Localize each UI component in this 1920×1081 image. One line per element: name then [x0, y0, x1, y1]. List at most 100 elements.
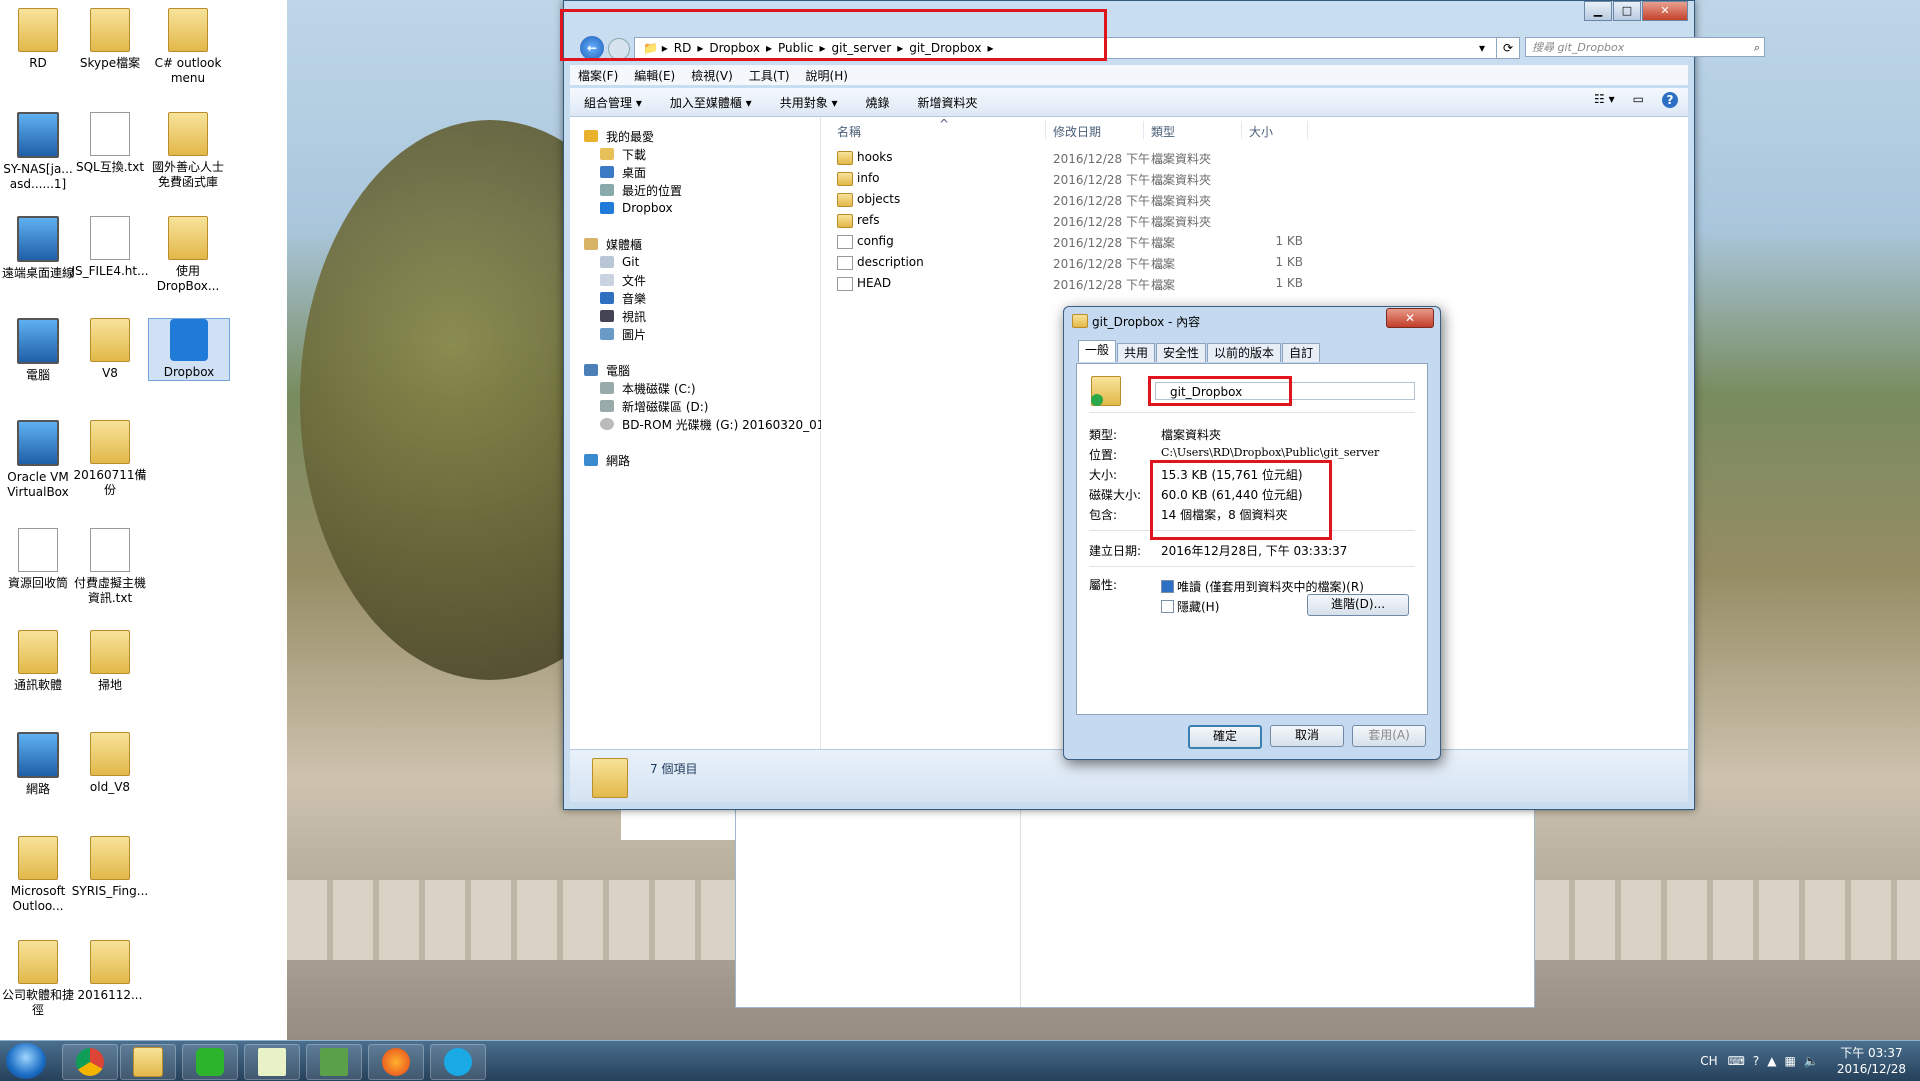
tab-previous-versions[interactable]: 以前的版本: [1207, 343, 1282, 362]
menu-tools[interactable]: 工具(T): [749, 67, 790, 84]
desktop-icon[interactable]: C# outlook menu: [148, 8, 228, 86]
organize-button[interactable]: 組合管理 ▾: [584, 94, 642, 111]
tab-security[interactable]: 安全性: [1156, 343, 1207, 362]
volume-icon[interactable]: 🔈: [1804, 1054, 1819, 1068]
nav-downloads[interactable]: 下載: [600, 145, 646, 163]
show-hidden-icons-icon[interactable]: ▲: [1767, 1054, 1776, 1068]
csharp-taskbar-button[interactable]: [306, 1044, 362, 1080]
file-row[interactable]: HEAD 2016/12/28 下午 ... 檔案 1 KB: [821, 273, 1421, 293]
keyboard-icon[interactable]: ⌨: [1728, 1054, 1745, 1068]
skype-taskbar-button[interactable]: [430, 1044, 486, 1080]
file-icon: [837, 235, 853, 249]
start-button[interactable]: [6, 1043, 46, 1079]
minimize-button[interactable]: ▁: [1584, 1, 1612, 21]
menu-help[interactable]: 說明(H): [806, 67, 848, 84]
share-with-button[interactable]: 共用對象 ▾: [780, 94, 838, 111]
desktop-icon[interactable]: 電腦: [0, 318, 78, 383]
nav-pictures[interactable]: 圖片: [600, 325, 646, 343]
add-to-library-button[interactable]: 加入至媒體櫃 ▾: [670, 94, 752, 111]
desktop-icon[interactable]: 國外善心人士免費函式庫: [148, 112, 228, 190]
nav-drive-g[interactable]: BD-ROM 光碟機 (G:) 20160320_01: [600, 415, 824, 433]
tab-customize[interactable]: 自訂: [1282, 343, 1321, 362]
readonly-checkbox[interactable]: [1161, 580, 1174, 593]
ok-button[interactable]: 確定: [1188, 725, 1262, 749]
tab-general[interactable]: 一般: [1078, 340, 1117, 362]
file-row[interactable]: hooks 2016/12/28 下午 ... 檔案資料夾: [821, 147, 1421, 167]
desktop-icon[interactable]: Oracle VM VirtualBox: [0, 420, 78, 500]
file-row[interactable]: config 2016/12/28 下午 ... 檔案 1 KB: [821, 231, 1421, 251]
nav-videos[interactable]: 視訊: [600, 307, 646, 325]
file-name: HEAD: [857, 276, 892, 290]
desktop-icon[interactable]: Dropbox: [148, 318, 230, 381]
nav-favorites[interactable]: 我的最愛: [584, 127, 654, 145]
desktop-icon[interactable]: 公司軟體和捷徑: [0, 940, 78, 1018]
refresh-button[interactable]: ⟳: [1496, 37, 1520, 59]
column-date[interactable]: 修改日期: [1053, 123, 1101, 140]
help-icon[interactable]: ?: [1662, 92, 1678, 108]
file-date: 2016/12/28 下午 ...: [1053, 257, 1166, 271]
nav-desktop[interactable]: 桌面: [600, 163, 646, 181]
nav-recent[interactable]: 最近的位置: [600, 181, 682, 199]
new-folder-button[interactable]: 新增資料夾: [918, 94, 978, 111]
menu-view[interactable]: 檢視(V): [691, 67, 733, 84]
nav-drive-d[interactable]: 新增磁碟區 (D:): [600, 397, 708, 415]
file-row[interactable]: info 2016/12/28 下午 ... 檔案資料夾: [821, 168, 1421, 188]
desktop-icon[interactable]: Microsoft Outloo...: [0, 836, 78, 914]
desktop-icon[interactable]: old_V8: [70, 732, 150, 795]
tab-sharing[interactable]: 共用: [1117, 343, 1156, 362]
column-type[interactable]: 類型: [1151, 123, 1175, 140]
help-icon[interactable]: ?: [1753, 1054, 1759, 1068]
desktop-icon[interactable]: 2016112...: [70, 940, 150, 1003]
desktop-icon[interactable]: JS_FILE4.ht...: [70, 216, 150, 279]
chrome-taskbar-button[interactable]: [62, 1044, 118, 1080]
desktop-icon[interactable]: RD: [0, 8, 78, 71]
nav-drive-c[interactable]: 本機磁碟 (C:): [600, 379, 696, 397]
notepad-taskbar-button[interactable]: [244, 1044, 300, 1080]
desktop-icon[interactable]: SY-NAS[ja... asd......1]: [0, 112, 78, 192]
line-taskbar-button[interactable]: [182, 1044, 238, 1080]
desktop-icon[interactable]: 掃地: [70, 630, 150, 693]
view-options-icon[interactable]: ☷ ▾: [1594, 92, 1615, 108]
close-button[interactable]: ✕: [1642, 1, 1688, 21]
nav-music[interactable]: 音樂: [600, 289, 646, 307]
chevron-down-icon[interactable]: ▾: [1479, 41, 1485, 55]
nav-computer[interactable]: 電腦: [584, 361, 630, 379]
clock[interactable]: 下午 03:37 2016/12/28: [1837, 1045, 1906, 1077]
file-row[interactable]: description 2016/12/28 下午 ... 檔案 1 KB: [821, 252, 1421, 272]
advanced-button[interactable]: 進階(D)...: [1307, 594, 1409, 616]
desktop-icon[interactable]: 付費虛擬主機資訊.txt: [70, 528, 150, 606]
file-row[interactable]: objects 2016/12/28 下午 ... 檔案資料夾: [821, 189, 1421, 209]
desktop-icon[interactable]: SQL互換.txt: [70, 112, 150, 175]
column-name[interactable]: 名稱: [837, 123, 861, 140]
desktop-icon[interactable]: SYRIS_Fing...: [70, 836, 150, 899]
desktop-icon[interactable]: 遠端桌面連線: [0, 216, 78, 281]
maximize-button[interactable]: □: [1613, 1, 1641, 21]
desktop-icon[interactable]: V8: [70, 318, 150, 381]
cancel-button[interactable]: 取消: [1270, 725, 1344, 747]
desktop-icon[interactable]: 資源回收筒: [0, 528, 78, 591]
nav-documents[interactable]: 文件: [600, 271, 646, 289]
desktop-icon[interactable]: 使用 DropBox...: [148, 216, 228, 294]
search-input[interactable]: 搜尋 git_Dropbox ⌕: [1525, 37, 1765, 57]
nav-dropbox[interactable]: Dropbox: [600, 199, 673, 217]
nav-network[interactable]: 網路: [584, 451, 630, 469]
file-row[interactable]: refs 2016/12/28 下午 ... 檔案資料夾: [821, 210, 1421, 230]
menu-edit[interactable]: 編輯(E): [634, 67, 675, 84]
desktop-icon[interactable]: 20160711備份: [70, 420, 150, 498]
apply-button[interactable]: 套用(A): [1352, 725, 1426, 747]
desktop-icon[interactable]: Skype檔案: [70, 8, 150, 71]
language-indicator[interactable]: CH: [1700, 1054, 1717, 1068]
desktop-icon[interactable]: 通訊軟體: [0, 630, 78, 693]
firefox-taskbar-button[interactable]: [368, 1044, 424, 1080]
hidden-checkbox[interactable]: [1161, 600, 1174, 613]
menu-file[interactable]: 檔案(F): [578, 67, 618, 84]
nav-git[interactable]: Git: [600, 253, 639, 271]
explorer-taskbar-button[interactable]: [120, 1044, 176, 1080]
nav-libraries[interactable]: 媒體櫃: [584, 235, 642, 253]
network-icon[interactable]: ▦: [1785, 1054, 1796, 1068]
dialog-close-button[interactable]: ✕: [1386, 308, 1434, 328]
desktop-icon[interactable]: 網路: [0, 732, 78, 797]
preview-pane-icon[interactable]: ▭: [1633, 92, 1644, 108]
column-size[interactable]: 大小: [1249, 123, 1273, 140]
burn-button[interactable]: 燒錄: [866, 94, 890, 111]
